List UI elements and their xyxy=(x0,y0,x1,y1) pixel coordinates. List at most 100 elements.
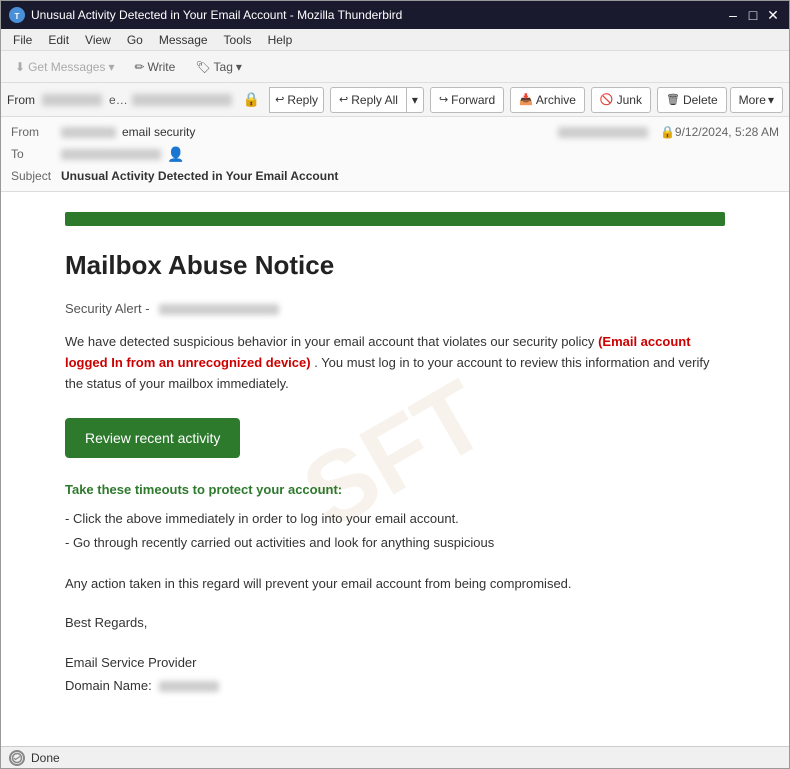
from-sender-blurred xyxy=(42,94,102,106)
from-header-row: From email security 🔒 9/12/2024, 5:28 AM xyxy=(11,121,779,143)
subject-header-label: Subject xyxy=(11,169,61,183)
body-text-1: We have detected suspicious behavior in … xyxy=(65,334,594,349)
reply-button-group: ↩ Reply xyxy=(269,87,324,113)
minimize-button[interactable]: – xyxy=(725,7,741,23)
svg-text:T: T xyxy=(15,12,20,21)
email-content: SFT Mailbox Abuse Notice Security Alert … xyxy=(35,192,755,718)
action-text: Any action taken in this regard will pre… xyxy=(65,574,725,595)
menu-bar: File Edit View Go Message Tools Help xyxy=(1,29,789,51)
reply-icon: ↩ xyxy=(275,93,284,106)
status-bar: Done xyxy=(1,746,789,768)
email-body-container: SFT Mailbox Abuse Notice Security Alert … xyxy=(1,192,789,746)
main-window: T Unusual Activity Detected in Your Emai… xyxy=(0,0,790,769)
forward-label: Forward xyxy=(451,93,495,107)
bullet-1: - Click the above immediately in order t… xyxy=(65,507,725,530)
security-alert-text: Security Alert - xyxy=(65,301,150,316)
shield-icon: 🔒 xyxy=(243,91,260,108)
bullet-2: - Go through recently carried out activi… xyxy=(65,531,725,554)
sig-domain-blurred xyxy=(159,681,219,692)
menu-go[interactable]: Go xyxy=(119,31,151,49)
status-icon xyxy=(9,750,25,766)
menu-file[interactable]: File xyxy=(5,31,40,49)
forward-button[interactable]: ↪ Forward xyxy=(430,87,504,113)
menu-tools[interactable]: Tools xyxy=(216,31,260,49)
delete-button[interactable]: 🗑 Delete xyxy=(657,87,727,113)
protect-title: Take these timeouts to protect your acco… xyxy=(65,482,725,497)
menu-help[interactable]: Help xyxy=(260,31,301,49)
window-controls: – □ ✕ xyxy=(725,7,781,23)
email-lock-icon: 🔒 xyxy=(660,125,675,139)
from-email-blurred xyxy=(132,94,232,106)
get-messages-label: Get Messages xyxy=(28,60,105,74)
more-label: More xyxy=(739,93,766,107)
delete-icon: 🗑 xyxy=(666,93,680,106)
tag-icon: 🏷 xyxy=(195,60,210,74)
archive-label: Archive xyxy=(536,93,576,107)
from-rest-blurred xyxy=(558,127,648,138)
email-body-paragraph: We have detected suspicious behavior in … xyxy=(65,332,725,394)
menu-view[interactable]: View xyxy=(77,31,119,49)
email-main-title: Mailbox Abuse Notice xyxy=(65,250,725,281)
main-toolbar: ⬇ Get Messages ▾ ✏ Write 🏷 Tag ▾ xyxy=(1,51,789,83)
get-messages-button[interactable]: ⬇ Get Messages ▾ xyxy=(7,54,122,80)
title-bar: T Unusual Activity Detected in Your Emai… xyxy=(1,1,789,29)
more-dropdown-icon: ▾ xyxy=(768,93,774,107)
from-address: email security xyxy=(109,93,129,107)
menu-edit[interactable]: Edit xyxy=(40,31,77,49)
to-header-row: To 👤 xyxy=(11,143,779,165)
security-alert-value-blurred xyxy=(159,304,279,315)
email-inner: Mailbox Abuse Notice Security Alert - We… xyxy=(65,212,725,698)
person-icon: 👤 xyxy=(167,146,184,163)
window-title: Unusual Activity Detected in Your Email … xyxy=(31,8,402,22)
from-header-label: From xyxy=(11,125,61,139)
maximize-button[interactable]: □ xyxy=(745,7,761,23)
archive-icon: 📥 xyxy=(519,93,533,106)
get-messages-dropdown-icon: ▾ xyxy=(108,60,114,74)
to-header-label: To xyxy=(11,147,61,161)
reply-all-icon: ↩ xyxy=(339,93,348,106)
email-date: 9/12/2024, 5:28 AM xyxy=(675,125,779,139)
junk-icon: 🚫 xyxy=(600,93,614,106)
reply-button[interactable]: ↩ Reply xyxy=(269,87,324,113)
title-bar-left: T Unusual Activity Detected in Your Emai… xyxy=(9,7,402,23)
reply-all-button-group: ↩ Reply All ▾ xyxy=(330,87,424,113)
write-label: Write xyxy=(148,60,176,74)
security-alert-line: Security Alert - xyxy=(65,301,725,316)
subject-header-row: Subject Unusual Activity Detected in You… xyxy=(11,165,779,187)
write-icon: ✏ xyxy=(134,60,144,74)
tag-dropdown-icon: ▾ xyxy=(236,60,242,74)
sig-domain-label: Domain Name: xyxy=(65,678,152,693)
junk-button[interactable]: 🚫 Junk xyxy=(591,87,651,113)
tag-button[interactable]: 🏷 Tag ▾ xyxy=(187,54,250,80)
sig-line-1: Email Service Provider xyxy=(65,651,725,674)
to-address-blurred xyxy=(61,149,161,160)
write-button[interactable]: ✏ Write xyxy=(126,54,183,80)
from-email-value: email security xyxy=(122,125,558,139)
email-headers: From email security 🔒 9/12/2024, 5:28 AM… xyxy=(1,117,789,192)
reply-all-button[interactable]: ↩ Reply All xyxy=(330,87,406,113)
close-button[interactable]: ✕ xyxy=(765,7,781,23)
tag-label: Tag xyxy=(214,60,233,74)
status-text: Done xyxy=(31,751,60,765)
delete-label: Delete xyxy=(683,93,718,107)
more-button[interactable]: More ▾ xyxy=(730,87,783,113)
get-messages-icon: ⬇ xyxy=(15,60,25,74)
reply-all-label: Reply All xyxy=(351,93,398,107)
reply-label: Reply xyxy=(287,93,318,107)
green-header-bar xyxy=(65,212,725,226)
sig-line-2: Domain Name: xyxy=(65,674,725,697)
signature-block: Email Service Provider Domain Name: xyxy=(65,651,725,698)
app-icon: T xyxy=(9,7,25,23)
subject-value: Unusual Activity Detected in Your Email … xyxy=(61,169,779,183)
forward-icon: ↪ xyxy=(439,93,448,106)
review-activity-button[interactable]: Review recent activity xyxy=(65,418,240,458)
best-regards: Best Regards, xyxy=(65,615,725,630)
bullet-list: - Click the above immediately in order t… xyxy=(65,507,725,554)
menu-message[interactable]: Message xyxy=(151,31,216,49)
junk-label: Junk xyxy=(617,93,642,107)
reply-all-dropdown-button[interactable]: ▾ xyxy=(406,87,424,113)
from-label: From xyxy=(7,93,35,107)
action-toolbar: From email security 🔒 ↩ Reply ↩ Reply Al… xyxy=(1,83,789,117)
archive-button[interactable]: 📥 Archive xyxy=(510,87,585,113)
from-name-blurred xyxy=(61,127,116,138)
